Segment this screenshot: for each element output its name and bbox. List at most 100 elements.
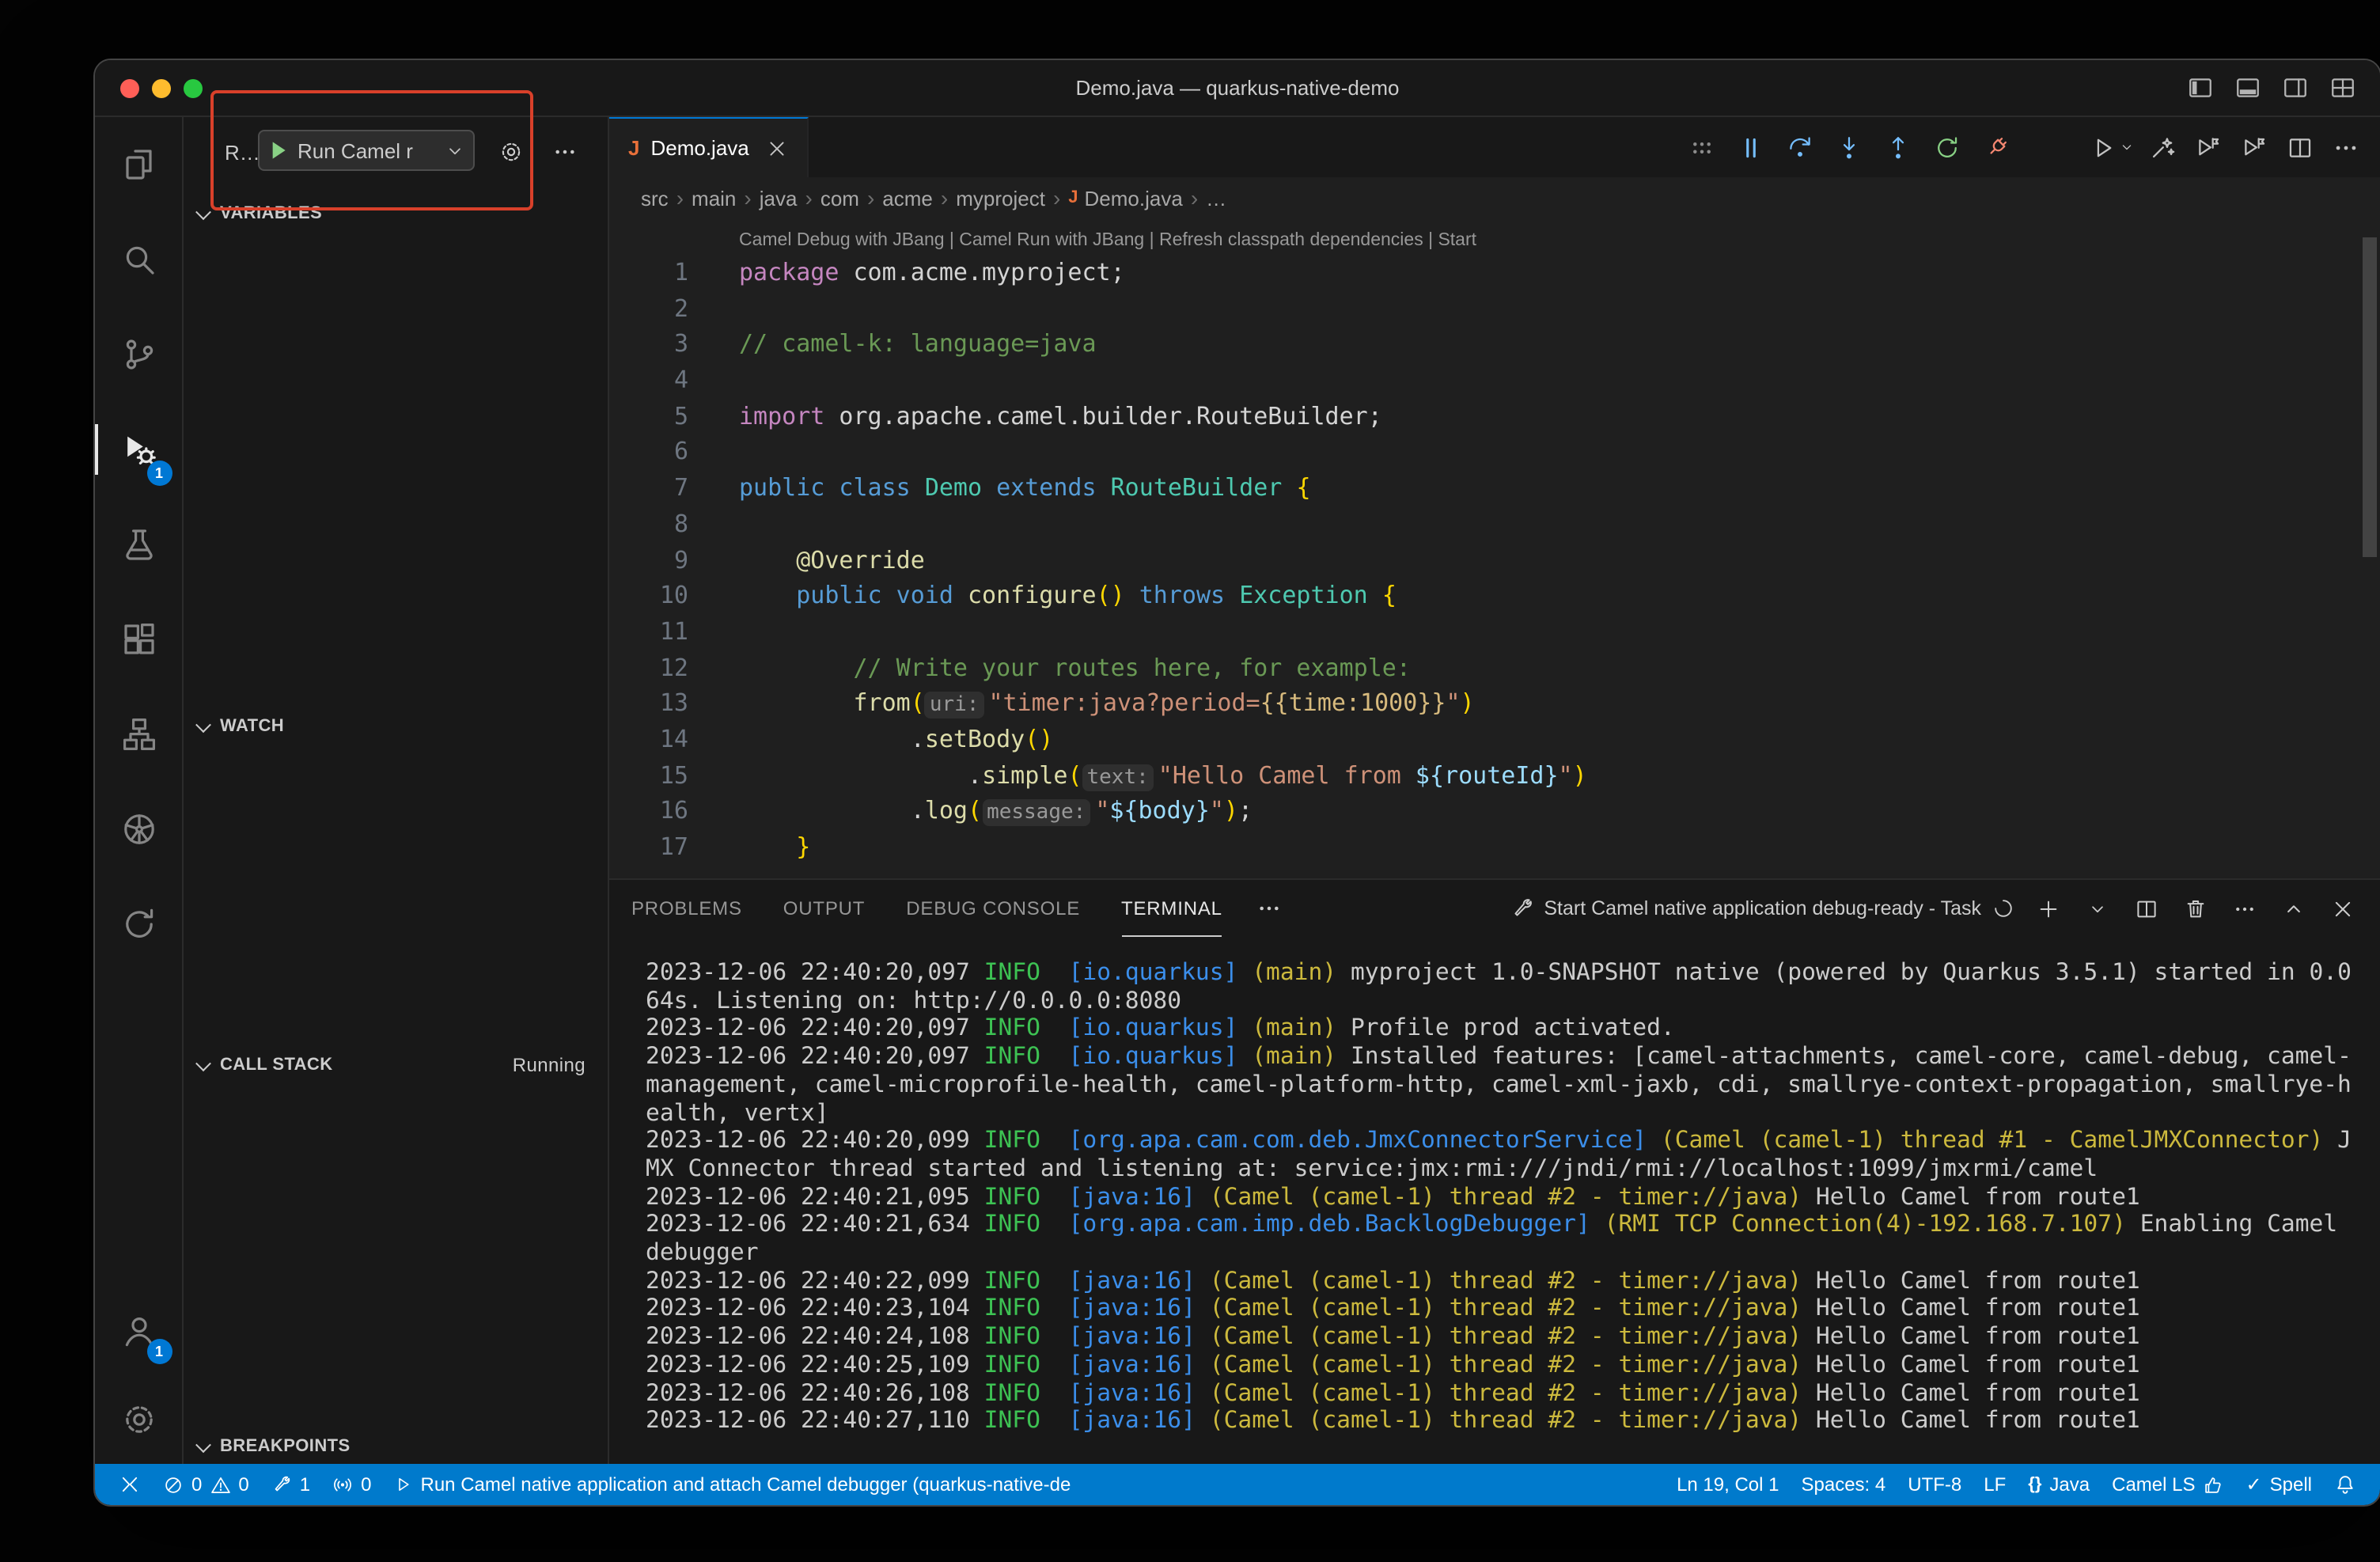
wand-action-button[interactable] (2143, 125, 2181, 169)
spell-checker-status[interactable]: ✓Spell (2235, 1464, 2324, 1505)
running-tasks-status[interactable]: 1 (260, 1464, 321, 1505)
minimize-window-button[interactable] (152, 78, 171, 97)
editor-more-actions-button[interactable] (2326, 125, 2364, 169)
code-line[interactable]: 3// camel-k: language=java (609, 327, 2380, 362)
code-editor[interactable]: Camel Debug with JBang | Camel Run with … (609, 218, 2380, 878)
activitybar-hierarchy[interactable] (95, 687, 183, 782)
code-line[interactable]: 7public class Demo extends RouteBuilder … (609, 470, 2380, 506)
debug-config-control[interactable]: Run Camel r (258, 130, 475, 171)
activitybar-run-and-debug[interactable]: 1 (95, 402, 183, 497)
code-line[interactable]: 6 (609, 434, 2380, 470)
camel-run-button[interactable] (2189, 125, 2227, 169)
section-watch[interactable]: WATCH (184, 709, 608, 744)
problems-status[interactable]: 0 0 (152, 1464, 260, 1505)
restart-button[interactable] (1924, 125, 1969, 169)
activitybar-extensions[interactable] (95, 592, 183, 687)
step-into-button[interactable] (1826, 125, 1870, 169)
start-debug-icon[interactable] (266, 138, 291, 163)
breadcrumb-item[interactable]: com (820, 186, 859, 210)
toolbar-drag-handle[interactable] (1679, 125, 1723, 169)
activitybar-explorer[interactable] (95, 117, 183, 212)
window-controls (95, 78, 203, 97)
section-call-stack[interactable]: CALL STACKRunning (184, 1048, 608, 1082)
kill-terminal-button[interactable] (2179, 893, 2211, 924)
camel-debug-button[interactable] (2234, 125, 2272, 169)
accounts-button[interactable]: 1 (95, 1287, 183, 1375)
close-tab-icon[interactable] (767, 137, 789, 159)
breadcrumb-item[interactable]: myproject (956, 186, 1045, 210)
code-line[interactable]: 9 @Override (609, 542, 2380, 578)
code-line[interactable]: 13 from(uri:"timer:java?period={{time:10… (609, 686, 2380, 722)
activitybar-testing[interactable] (95, 497, 183, 592)
breadcrumb-item[interactable]: … (1206, 186, 1226, 210)
code-line[interactable]: 16 .log(message:"${body}"); (609, 794, 2380, 829)
eol-status[interactable]: LF (1973, 1464, 2017, 1505)
disconnect-button[interactable] (1973, 125, 2018, 169)
panel-more-tabs-button[interactable] (1254, 893, 1286, 924)
breadcrumb-item[interactable]: main (692, 186, 736, 210)
camel-ls-status[interactable]: Camel LS (2101, 1464, 2234, 1505)
step-out-button[interactable] (1875, 125, 1920, 169)
customize-layout-button[interactable] (2326, 72, 2358, 104)
activitybar-source-control[interactable] (95, 307, 183, 402)
panel-tab-problems[interactable]: PROBLEMS (631, 880, 742, 937)
breadcrumb-item[interactable]: acme (882, 186, 933, 210)
run-java-button[interactable] (2090, 125, 2135, 169)
code-line[interactable]: 5import org.apache.camel.builder.RouteBu… (609, 399, 2380, 434)
code-line[interactable]: 14 .setBody() (609, 722, 2380, 757)
terminal-profile-dropdown[interactable] (2081, 893, 2113, 924)
close-window-button[interactable] (120, 78, 139, 97)
code-line[interactable]: 11 (609, 614, 2380, 650)
breadcrumb-item[interactable]: src (641, 186, 669, 210)
breadcrumb-item[interactable]: java (760, 186, 798, 210)
panel-more-actions-button[interactable] (2228, 893, 2260, 924)
section-breakpoints[interactable]: BREAKPOINTS (184, 1429, 608, 1464)
section-variables[interactable]: VARIABLES (184, 196, 608, 231)
terminal-output[interactable]: 2023-12-06 22:40:20,097 INFO [io.quarkus… (609, 937, 2380, 1464)
tab-demo-java[interactable]: J Demo.java (609, 117, 809, 177)
debug-settings-button[interactable] (497, 138, 525, 166)
step-over-button[interactable] (1777, 125, 1821, 169)
activitybar-search[interactable] (95, 212, 183, 307)
panel-tab-debug-console[interactable]: DEBUG CONSOLE (906, 880, 1080, 937)
settings-button[interactable] (95, 1375, 183, 1464)
titlebar[interactable]: Demo.java — quarkus-native-demo (95, 60, 2380, 117)
split-editor-button[interactable] (2280, 125, 2318, 169)
panel-tab-terminal[interactable]: TERMINAL (1121, 880, 1222, 937)
editor-scrollbar[interactable] (2363, 237, 2377, 557)
code-line[interactable]: 15 .simple(text:"Hello Camel from ${rout… (609, 757, 2380, 793)
close-panel-button[interactable] (2326, 893, 2358, 924)
code-line[interactable]: 8 (609, 506, 2380, 542)
activitybar-kubernetes[interactable] (95, 782, 183, 877)
language-mode[interactable]: {}Java (2017, 1464, 2101, 1505)
pause-button[interactable] (1728, 125, 1772, 169)
new-terminal-button[interactable] (2032, 893, 2064, 924)
panel-tab-output[interactable]: OUTPUT (783, 880, 865, 937)
debug-status-message[interactable]: Run Camel native application and attach … (383, 1464, 1082, 1505)
code-line[interactable]: 10 public void configure() throws Except… (609, 578, 2380, 613)
debug-config-label: Run Camel r (298, 138, 438, 162)
code-line[interactable]: 2 (609, 290, 2380, 326)
sidebar-more-actions-button[interactable] (551, 138, 579, 166)
terminal-task-item[interactable]: Start Camel native application debug-rea… (1509, 897, 2014, 920)
indentation-status[interactable]: Spaces: 4 (1791, 1464, 1897, 1505)
code-line[interactable]: 1package com.acme.myproject; (609, 255, 2380, 290)
code-line[interactable]: 17 } (609, 829, 2380, 865)
zoom-window-button[interactable] (184, 78, 203, 97)
toggle-panel-button[interactable] (2231, 72, 2263, 104)
notifications-button[interactable] (2323, 1464, 2367, 1505)
chevron-down-icon[interactable] (445, 140, 465, 161)
ports-status[interactable]: 0 (321, 1464, 382, 1505)
breadcrumb-item[interactable]: JDemo.java (1068, 186, 1183, 210)
code-line[interactable]: 12 // Write your routes here, for exampl… (609, 650, 2380, 685)
encoding-status[interactable]: UTF-8 (1897, 1464, 1973, 1505)
maximize-panel-button[interactable] (2277, 893, 2309, 924)
split-terminal-button[interactable] (2130, 893, 2162, 924)
toggle-primary-sidebar-button[interactable] (2184, 72, 2215, 104)
toggle-secondary-sidebar-button[interactable] (2279, 72, 2310, 104)
remote-indicator[interactable] (108, 1464, 152, 1505)
codelens-actions[interactable]: Camel Debug with JBang | Camel Run with … (609, 218, 2380, 255)
cursor-position[interactable]: Ln 19, Col 1 (1666, 1464, 1790, 1505)
activitybar-openshift[interactable] (95, 877, 183, 972)
code-line[interactable]: 4 (609, 362, 2380, 398)
